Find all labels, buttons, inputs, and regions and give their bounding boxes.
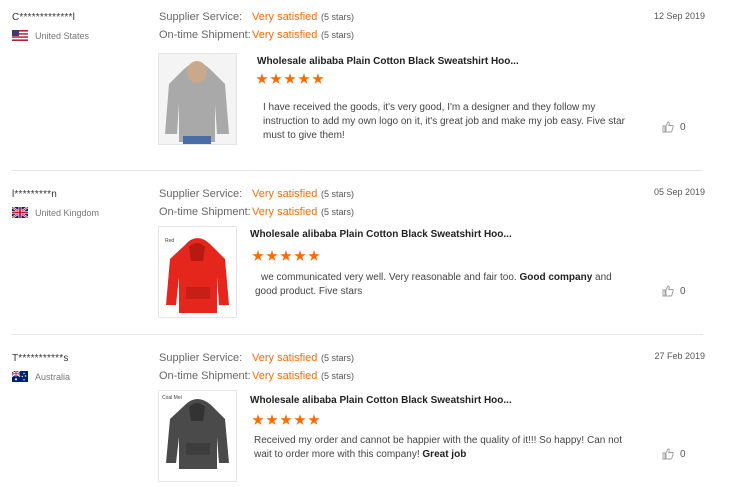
like-button[interactable]: 0 xyxy=(662,121,686,133)
like-button[interactable]: 0 xyxy=(662,448,686,460)
like-count: 0 xyxy=(680,285,686,297)
shipment-stars: (5 stars) xyxy=(321,207,355,217)
star-icon xyxy=(312,73,324,84)
star-icon xyxy=(284,73,296,84)
review-text-part: we communicated very well. Very reasonab… xyxy=(261,272,520,283)
review-date: 05 Sep 2019 xyxy=(653,187,705,197)
shipment-value: Very satisfied xyxy=(252,206,318,218)
review-date: 12 Sep 2019 xyxy=(653,11,705,21)
shipment-stars: (5 stars) xyxy=(321,30,355,40)
shipment-value: Very satisfied xyxy=(252,29,318,41)
image-tag-label: Red xyxy=(165,238,174,244)
review-text: we communicated very well. Very reasonab… xyxy=(255,271,620,299)
star-icon xyxy=(308,414,320,425)
product-title-link[interactable]: Wholesale alibaba Plain Cotton Black Swe… xyxy=(250,395,512,406)
product-title-link[interactable]: Wholesale alibaba Plain Cotton Black Swe… xyxy=(250,229,512,240)
country-label: Australia xyxy=(35,371,71,382)
uk-flag-icon xyxy=(11,206,29,219)
shipment-label: On-time Shipment: xyxy=(159,29,251,41)
like-count: 0 xyxy=(680,448,686,460)
supplier-service-value: Very satisfied xyxy=(252,352,318,364)
supplier-service-label: Supplier Service: xyxy=(159,352,243,364)
review-text-bold: Good company xyxy=(519,272,593,283)
au-flag-icon xyxy=(11,370,28,382)
shipment-label: On-time Shipment: xyxy=(159,206,251,218)
like-count: 0 xyxy=(680,121,686,133)
thumbs-up-icon xyxy=(662,448,674,460)
star-icon xyxy=(280,250,292,261)
star-icon xyxy=(298,73,310,84)
review-text-part: I have received the goods, it's very goo… xyxy=(263,102,625,141)
rating-stars xyxy=(252,414,320,426)
supplier-service-stars: (5 stars) xyxy=(321,353,355,363)
product-thumbnail[interactable]: Red xyxy=(158,226,237,318)
star-icon xyxy=(266,250,278,261)
star-icon xyxy=(280,414,292,425)
reviewer-name: l*********n xyxy=(12,189,58,200)
star-icon xyxy=(294,414,306,425)
reviewer-country: Australia xyxy=(11,370,71,382)
supplier-service-value: Very satisfied xyxy=(252,11,318,23)
shipment-label: On-time Shipment: xyxy=(159,370,251,382)
product-title-link[interactable]: Wholesale alibaba Plain Cotton Black Swe… xyxy=(257,56,519,67)
reviewer-name: C*************l xyxy=(12,12,76,23)
supplier-service-label: Supplier Service: xyxy=(159,11,243,23)
reviewer-country: United Kingdom xyxy=(11,206,100,219)
star-icon xyxy=(252,250,264,261)
review-date: 27 Feb 2019 xyxy=(654,351,705,361)
product-thumbnail[interactable] xyxy=(158,53,237,145)
supplier-service-stars: (5 stars) xyxy=(321,12,355,22)
star-icon xyxy=(252,414,264,425)
rating-stars xyxy=(252,250,320,262)
thumbs-up-icon xyxy=(662,285,674,297)
review-divider xyxy=(11,170,703,171)
reviewer-country: United States xyxy=(12,30,89,41)
shipment-stars: (5 stars) xyxy=(321,371,355,381)
reviewer-name: T***********s xyxy=(12,353,69,364)
thumbs-up-icon xyxy=(662,121,674,133)
star-icon xyxy=(308,250,320,261)
supplier-service-label: Supplier Service: xyxy=(159,188,243,200)
supplier-service-value: Very satisfied xyxy=(252,188,318,200)
review-text: Received my order and cannot be happier … xyxy=(254,434,626,462)
country-label: United Kingdom xyxy=(35,207,100,218)
image-tag-label: Coal Mel xyxy=(162,395,182,401)
star-icon xyxy=(256,73,268,84)
shipment-value: Very satisfied xyxy=(252,370,318,382)
rating-stars xyxy=(256,73,324,85)
star-icon xyxy=(266,414,278,425)
review-text-bold: Great job xyxy=(422,449,467,460)
like-button[interactable]: 0 xyxy=(662,285,686,297)
star-icon xyxy=(270,73,282,84)
product-thumbnail[interactable]: Coal Mel xyxy=(158,390,237,482)
country-label: United States xyxy=(35,30,90,41)
review-divider xyxy=(11,334,703,335)
us-flag-icon xyxy=(12,30,28,41)
supplier-service-stars: (5 stars) xyxy=(321,189,355,199)
star-icon xyxy=(294,250,306,261)
review-text: I have received the goods, it's very goo… xyxy=(263,101,633,143)
